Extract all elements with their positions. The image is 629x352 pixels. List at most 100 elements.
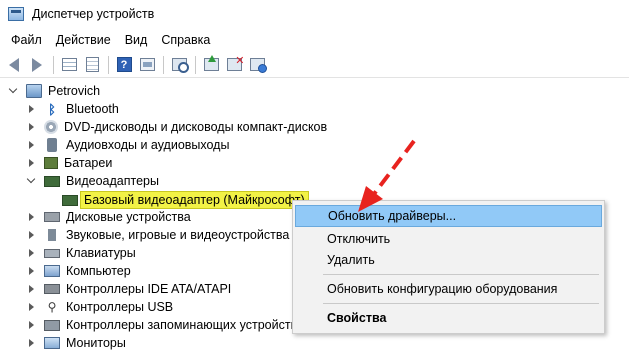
chevron-right-icon [28, 267, 34, 275]
chevron-right-icon [28, 123, 34, 131]
expand-toggle[interactable] [26, 284, 36, 294]
expand-toggle[interactable] [26, 104, 36, 114]
collapse-toggle[interactable] [8, 84, 18, 96]
tree-item-batteries[interactable]: Батареи [26, 154, 112, 172]
tree-item-keyboards[interactable]: Клавиатуры [26, 244, 136, 262]
context-menu-uninstall[interactable]: Удалить [295, 249, 602, 271]
expand-toggle[interactable] [26, 230, 36, 240]
toolbar-separator [108, 55, 109, 74]
tree-item-video-adapters[interactable]: Видеоадаптеры [26, 172, 159, 190]
tree-item-audio-io[interactable]: Аудиовходы и аудиовыходы [26, 136, 229, 154]
menu-file[interactable]: Файл [4, 30, 49, 50]
chevron-down-icon [26, 174, 36, 184]
properties-button[interactable] [82, 55, 102, 75]
chevron-right-icon [28, 249, 34, 257]
expand-toggle[interactable] [26, 158, 36, 168]
expand-toggle[interactable] [26, 302, 36, 312]
device-manager-icon [8, 7, 24, 21]
help-icon: ? [116, 57, 132, 72]
back-icon [9, 57, 19, 72]
annotation-arrow-shaft [372, 139, 416, 196]
disk-icon [44, 212, 60, 222]
toolbar-separator [195, 55, 196, 74]
expand-toggle[interactable] [26, 338, 36, 348]
disable-device-button[interactable] [247, 55, 267, 75]
tree-item-label: DVD-дисководы и дисководы компакт-дисков [64, 120, 328, 134]
collapse-toggle[interactable] [26, 174, 36, 186]
expand-toggle[interactable] [26, 320, 36, 330]
tree-root[interactable]: Petrovich [8, 82, 100, 100]
tree-item-label: Контроллеры USB [66, 300, 174, 314]
update-driver-button[interactable] [201, 55, 221, 75]
chevron-right-icon [28, 105, 34, 113]
tree-item-storage-controllers[interactable]: Контроллеры запоминающих устройств [26, 316, 297, 334]
expand-toggle[interactable] [26, 266, 36, 276]
tree-item-label: Мониторы [66, 336, 126, 350]
tree-item-dvd[interactable]: DVD-дисководы и дисководы компакт-дисков [26, 118, 327, 136]
computer-icon [44, 265, 60, 277]
tree-item-basic-display-adapter[interactable]: Базовый видеоадаптер (Майкрософт) [62, 191, 309, 209]
forward-button[interactable] [27, 55, 47, 75]
chevron-right-icon [28, 231, 34, 239]
expand-toggle[interactable] [26, 122, 36, 132]
menu-bar: Файл Действие Вид Справка [0, 30, 217, 50]
tree-item-label: Базовый видеоадаптер (Майкрософт) [80, 191, 309, 209]
context-menu-scan-hardware[interactable]: Обновить конфигурацию оборудования [295, 278, 602, 300]
help-button[interactable]: ? [114, 55, 134, 75]
tree-item-sound-devices[interactable]: Звуковые, игровые и видеоустройства [26, 226, 289, 244]
scan-hardware-icon [171, 58, 189, 73]
tree-item-computer[interactable]: Компьютер [26, 262, 131, 280]
tree-root-label: Petrovich [48, 84, 101, 98]
tree-item-ide-controllers[interactable]: Контроллеры IDE ATA/ATAPI [26, 280, 231, 298]
bluetooth-icon: ᛒ [48, 101, 56, 117]
tree-item-label: Дисковые устройства [66, 210, 191, 224]
tree-item-bluetooth[interactable]: ᛒ Bluetooth [26, 100, 119, 118]
computer-icon [26, 84, 42, 98]
menu-help[interactable]: Справка [154, 30, 217, 50]
scan-hardware-button[interactable] [169, 55, 189, 75]
expand-toggle[interactable] [26, 212, 36, 222]
context-menu-disable[interactable]: Отключить [295, 228, 602, 250]
action-pane-button[interactable] [137, 55, 157, 75]
expand-toggle[interactable] [26, 140, 36, 150]
chevron-right-icon [28, 213, 34, 221]
properties-grid-icon [61, 58, 77, 71]
battery-icon [44, 157, 58, 169]
tree-item-label: Аудиовходы и аудиовыходы [66, 138, 230, 152]
dvd-icon [44, 120, 58, 134]
chevron-right-icon [28, 339, 34, 347]
tree-item-disk-drives[interactable]: Дисковые устройства [26, 208, 191, 226]
update-driver-icon [203, 55, 219, 71]
uninstall-device-button[interactable] [224, 54, 245, 75]
show-hide-console-tree-button[interactable] [59, 55, 79, 75]
tree-item-label: Контроллеры запоминающих устройств [66, 318, 298, 332]
context-menu-properties[interactable]: Свойства [295, 307, 602, 329]
forward-icon [32, 57, 42, 72]
back-button[interactable] [4, 55, 24, 75]
uninstall-icon [226, 54, 245, 71]
video-card-icon [62, 194, 78, 206]
chevron-right-icon [28, 321, 34, 329]
context-menu: Обновить драйверы... Отключить Удалить О… [292, 200, 605, 334]
menu-view[interactable]: Вид [118, 30, 155, 50]
chevron-right-icon [28, 141, 34, 149]
tree-item-label: Компьютер [66, 264, 131, 278]
tree-item-monitors[interactable]: Мониторы [26, 334, 126, 352]
tree-item-label: Контроллеры IDE ATA/ATAPI [66, 282, 232, 296]
sheet-icon [85, 57, 99, 72]
tree-item-usb-controllers[interactable]: ⚲ Контроллеры USB [26, 298, 173, 316]
chevron-right-icon [28, 159, 34, 167]
context-menu-update-drivers[interactable]: Обновить драйверы... [295, 205, 602, 227]
title-bar: Диспетчер устройств [0, 0, 629, 28]
chevron-right-icon [28, 285, 34, 293]
tree-item-label: Bluetooth [66, 102, 119, 116]
toolbar-separator [163, 55, 164, 74]
disable-icon [249, 58, 267, 73]
usb-icon: ⚲ [47, 300, 57, 314]
chevron-down-icon [8, 84, 18, 94]
expand-toggle[interactable] [26, 248, 36, 258]
menu-action[interactable]: Действие [49, 30, 118, 50]
monitor-icon [44, 337, 60, 349]
window-title: Диспетчер устройств [32, 7, 155, 21]
video-adapter-icon [44, 175, 60, 187]
